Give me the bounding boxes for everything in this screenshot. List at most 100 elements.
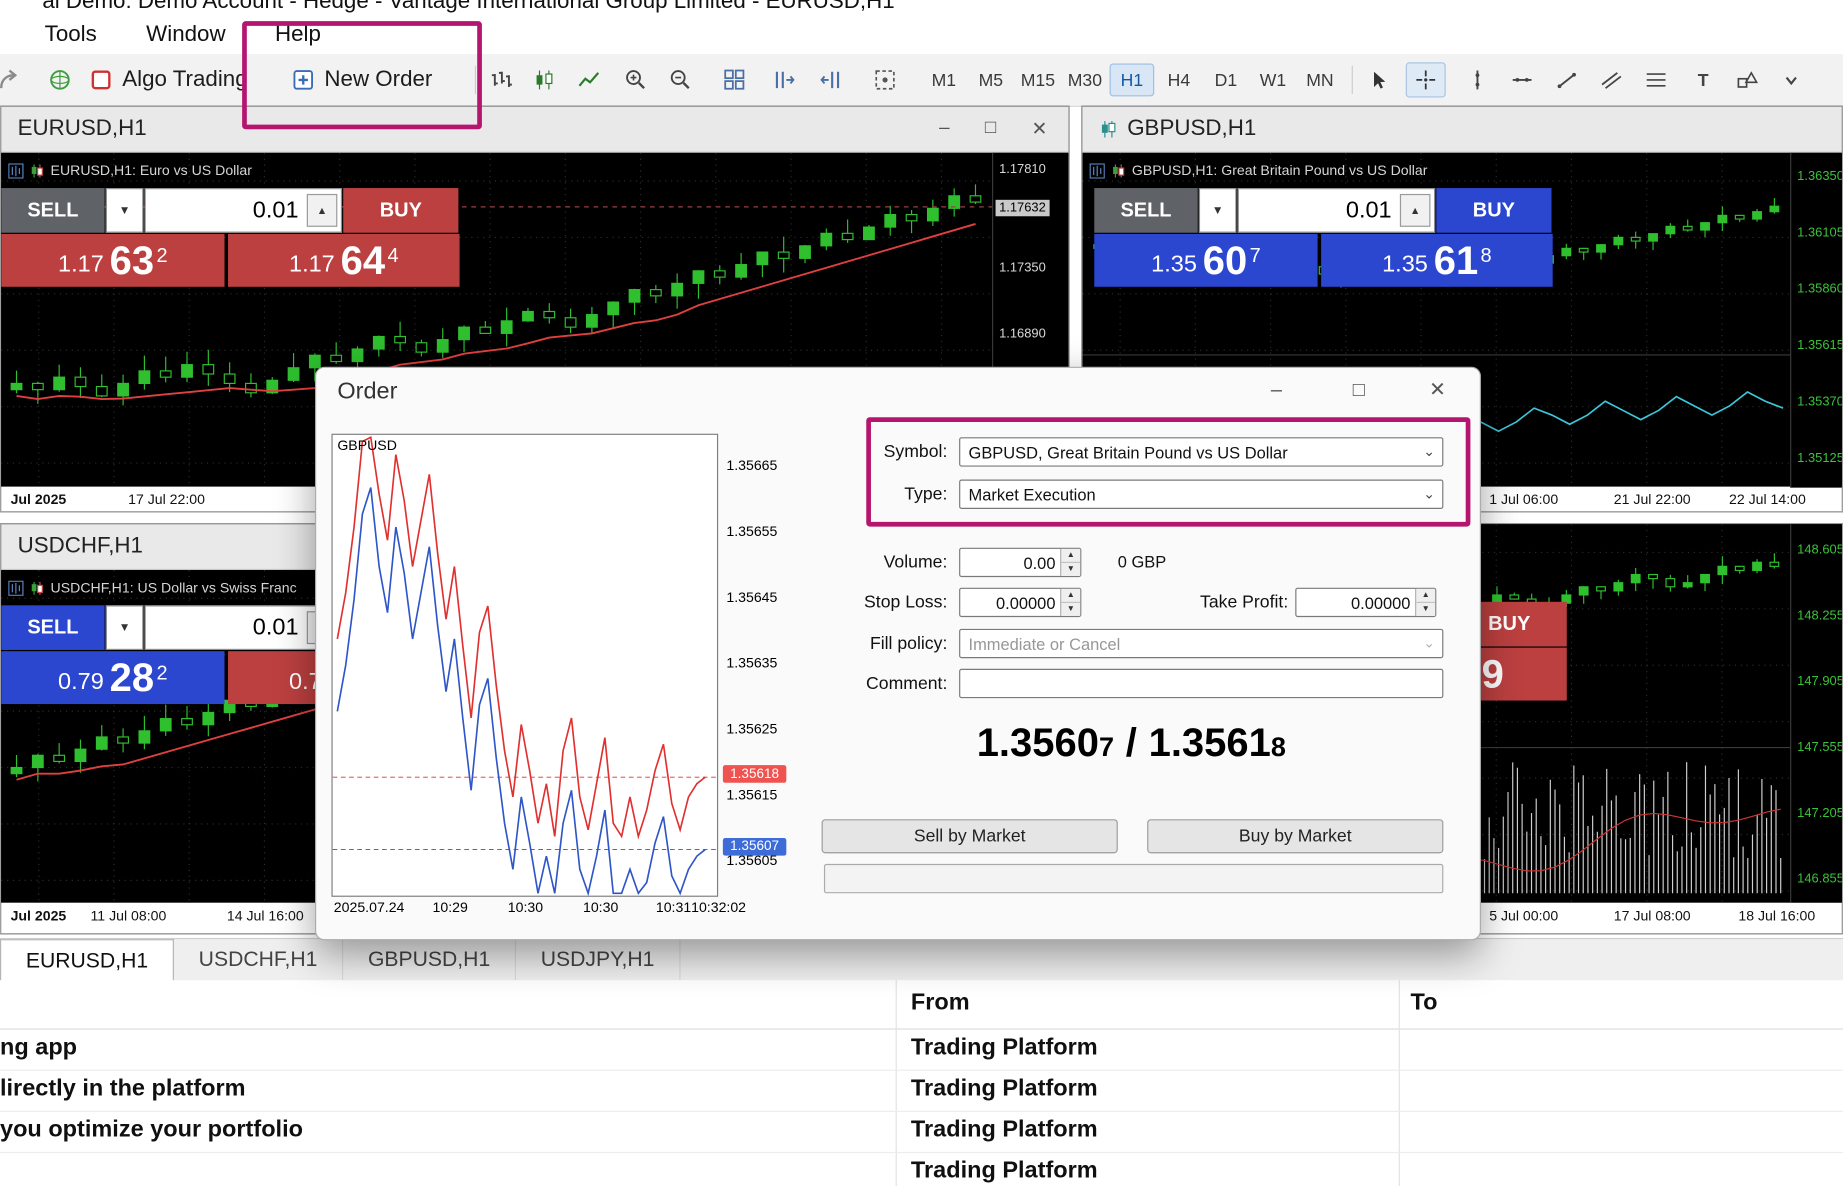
chart-tab-usdchf-h1[interactable]: USDCHF,H1 [174, 939, 343, 980]
column-header-to[interactable]: To [1410, 990, 1437, 1017]
text-label-button[interactable]: T [1683, 62, 1723, 97]
sell-button[interactable]: SELL [1094, 188, 1197, 233]
plus-square-icon [291, 68, 315, 92]
mail-row[interactable]: ng appTrading Platform [0, 1028, 1843, 1070]
comment-input[interactable] [959, 669, 1443, 698]
channel-icon [1601, 69, 1622, 90]
fibonacci-icon [1644, 69, 1668, 90]
volume-spinner[interactable]: ▲▼ [1060, 549, 1080, 576]
tick-chart-symbol: GBPUSD [337, 437, 397, 453]
new-order-button[interactable]: New Order [291, 62, 432, 97]
menu-window[interactable]: Window [146, 22, 225, 48]
chart-tab-usdjpy-h1[interactable]: USDJPY,H1 [516, 939, 680, 980]
window-titlebar[interactable]: EURUSD,H1 –□✕ [1, 107, 1068, 153]
volume-up-icon[interactable]: ▲ [1400, 194, 1431, 227]
spin-up-icon: ▲ [1416, 589, 1435, 603]
volume-input[interactable]: 0.01▲ [145, 188, 342, 233]
timeframe-h1[interactable]: H1 [1110, 63, 1155, 96]
mail-row[interactable]: lirectly in the platform Trading Platform [0, 1070, 1843, 1112]
volume-dropdown[interactable]: ▼ [1199, 188, 1237, 233]
chart-shift-icon [819, 68, 843, 92]
app-titlebar: al Demo: Demo Account - Hedge - Vantage … [0, 0, 1843, 15]
take-profit-spinner[interactable]: ▲▼ [1415, 589, 1435, 616]
axis-label: 14 Jul 16:00 [227, 907, 304, 923]
timeframe-w1[interactable]: W1 [1251, 63, 1296, 96]
tick-time-label: 2025.07.24 [334, 899, 405, 915]
mail-row[interactable]: Trading Platform [0, 1152, 1843, 1186]
symbol-value: GBPUSD, Great Britain Pound vs US Dollar [969, 443, 1288, 462]
sell-by-market-button[interactable]: Sell by Market [822, 819, 1118, 853]
timeframe-mn[interactable]: MN [1298, 63, 1343, 96]
zoom-in-icon [624, 68, 648, 92]
cursor-button[interactable] [1359, 62, 1399, 97]
chevron-down-icon: ⌄ [1423, 485, 1435, 501]
menu-help[interactable]: Help [275, 22, 321, 48]
take-profit-input[interactable]: 0.00000 ▲▼ [1295, 588, 1436, 617]
screenshot-button[interactable] [865, 62, 905, 97]
auto-scroll-button[interactable] [764, 62, 804, 97]
candlestick-icon [532, 69, 556, 90]
crosshair-button[interactable] [1406, 62, 1446, 97]
channel-button[interactable] [1591, 62, 1631, 97]
volume-dropdown[interactable]: ▼ [106, 605, 144, 650]
timeframe-m5[interactable]: M5 [969, 63, 1014, 96]
symbol-label: Symbol: [763, 437, 948, 466]
line-chart-button[interactable] [569, 62, 609, 97]
algo-trading-button[interactable]: Algo Trading [89, 62, 247, 97]
menu-tools[interactable]: Tools [45, 22, 97, 48]
buy-by-market-button[interactable]: Buy by Market [1147, 819, 1443, 853]
volume-up-icon[interactable]: ▲ [307, 194, 338, 227]
stop-loss-spinner[interactable]: ▲▼ [1060, 589, 1080, 616]
column-header-from[interactable]: From [911, 990, 970, 1017]
close-icon[interactable]: ✕ [1418, 378, 1458, 402]
horizontal-line-button[interactable] [1502, 62, 1542, 97]
trendline-button[interactable] [1547, 62, 1587, 97]
candlestick-chart-button[interactable] [524, 62, 564, 97]
tick-scale-label: 1.35655 [726, 523, 777, 539]
minimize-icon[interactable]: – [1256, 378, 1296, 402]
zoom-out-button[interactable] [661, 62, 701, 97]
chart-mode-icon [1090, 163, 1105, 178]
window-titlebar[interactable]: GBPUSD,H1 [1083, 107, 1842, 153]
sell-button[interactable]: SELL [1, 188, 104, 233]
mail-subject: lirectly in the platform [0, 1075, 246, 1102]
fibonacci-button[interactable] [1636, 62, 1676, 97]
timeframe-m30[interactable]: M30 [1063, 63, 1108, 96]
mail-from: Trading Platform [911, 1075, 1098, 1102]
new-order-label: New Order [324, 67, 432, 93]
shapes-button[interactable] [1728, 62, 1768, 97]
close-icon[interactable]: ✕ [1032, 118, 1048, 142]
tick-scale-label: 1.35615 [726, 786, 777, 802]
buy-button[interactable]: BUY [1436, 188, 1551, 233]
bar-chart-button[interactable] [482, 62, 522, 97]
timeframe-d1[interactable]: D1 [1204, 63, 1249, 96]
minimize-icon[interactable]: – [939, 118, 949, 142]
volume-input[interactable]: 0.01▲ [1238, 188, 1435, 233]
mail-row[interactable]: you optimize your portfolioTrading Platf… [0, 1111, 1843, 1153]
tick-time-label: 10:30 [583, 899, 618, 915]
vertical-line-button[interactable] [1457, 62, 1497, 97]
buy-button[interactable]: BUY [343, 188, 458, 233]
volume-dropdown[interactable]: ▼ [106, 188, 144, 233]
stop-loss-input[interactable]: 0.00000 ▲▼ [959, 588, 1081, 617]
chart-tab-gbpusd-h1[interactable]: GBPUSD,H1 [343, 939, 516, 980]
chart-shift-button[interactable] [811, 62, 851, 97]
web-terminal-button[interactable] [40, 62, 80, 97]
volume-input[interactable]: 0.00 ▲▼ [959, 548, 1081, 577]
timeframe-m15[interactable]: M15 [1016, 63, 1061, 96]
more-tools-button[interactable] [1777, 62, 1805, 97]
history-arrow-button[interactable] [0, 62, 31, 97]
volume-input[interactable]: 0.01▲ [145, 605, 342, 650]
maximize-icon[interactable]: □ [1339, 378, 1379, 402]
sell-button[interactable]: SELL [1, 605, 104, 650]
timeframe-h4[interactable]: H4 [1157, 63, 1202, 96]
zoom-in-button[interactable] [616, 62, 656, 97]
scale-label: 1.35615 [1797, 339, 1842, 353]
symbol-select[interactable]: GBPUSD, Great Britain Pound vs US Dollar… [959, 437, 1443, 466]
shapes-icon [1736, 69, 1760, 90]
tile-windows-button[interactable] [715, 62, 755, 97]
chart-tab-eurusd-h1[interactable]: EURUSD,H1 [0, 939, 174, 980]
type-select[interactable]: Market Execution⌄ [959, 480, 1443, 509]
maximize-icon[interactable]: □ [985, 118, 996, 142]
timeframe-m1[interactable]: M1 [921, 63, 966, 96]
